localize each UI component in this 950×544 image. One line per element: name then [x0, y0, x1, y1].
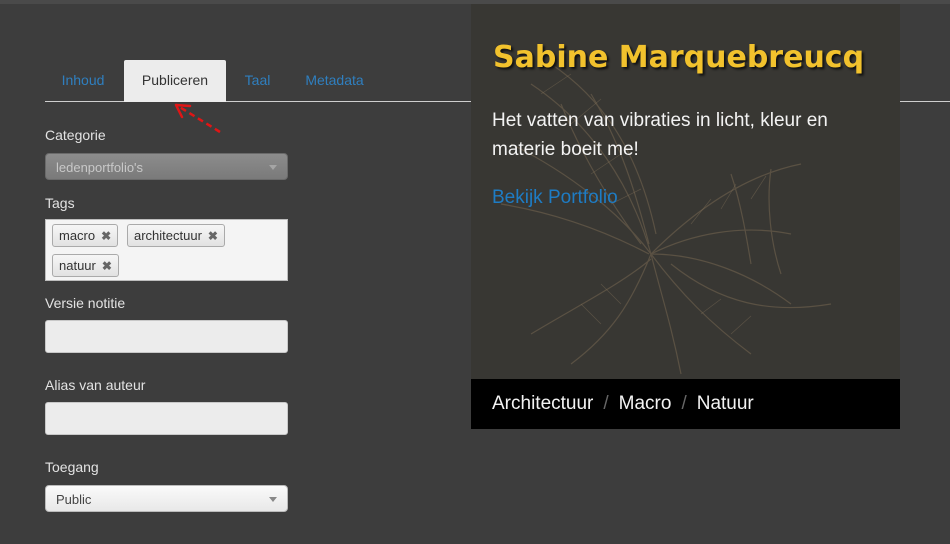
- close-icon[interactable]: ✖: [101, 229, 111, 243]
- breadcrumb-separator: /: [603, 393, 609, 414]
- tab-inhoud[interactable]: Inhoud: [45, 60, 121, 101]
- tab-taal[interactable]: Taal: [235, 60, 280, 101]
- portfolio-card: Sabine Marquebreucq Het vatten van vibra…: [471, 4, 900, 429]
- tab-divider-line: [900, 101, 950, 102]
- card-description: Het vatten van vibraties in licht, kleur…: [492, 110, 828, 160]
- author-alias-label: Alias van auteur: [45, 377, 146, 393]
- tag-chip: architectuur ✖: [127, 224, 225, 247]
- view-portfolio-link[interactable]: Bekijk Portfolio: [492, 187, 618, 209]
- version-note-label: Versie notitie: [45, 295, 126, 311]
- card-title: Sabine Marquebreucq: [493, 40, 865, 75]
- tag-label: architectuur: [134, 228, 202, 243]
- category-link-architectuur[interactable]: Architectuur: [492, 393, 593, 414]
- tag-chip: macro ✖: [52, 224, 119, 247]
- tags-label: Tags: [45, 195, 75, 211]
- tag-label: natuur: [59, 258, 96, 273]
- tab-publiceren[interactable]: Publiceren: [124, 60, 226, 102]
- tags-input[interactable]: macro ✖ architectuur ✖ natuur ✖: [45, 219, 288, 281]
- category-select[interactable]: ledenportfolio's: [45, 153, 288, 180]
- breadcrumb-separator: /: [681, 393, 687, 414]
- category-label: Categorie: [45, 127, 106, 143]
- version-note-field[interactable]: [45, 320, 288, 353]
- tag-label: macro: [59, 228, 96, 243]
- category-value: ledenportfolio's: [56, 160, 144, 175]
- caret-down-icon: [269, 497, 277, 502]
- red-dashed-arrow-icon: [174, 103, 221, 134]
- tag-chip: natuur ✖: [52, 254, 119, 277]
- card-category-breadcrumb: Architectuur / Macro / Natuur: [471, 379, 900, 429]
- category-link-macro[interactable]: Macro: [619, 393, 672, 414]
- caret-down-icon: [269, 165, 277, 170]
- category-link-natuur[interactable]: Natuur: [697, 393, 754, 414]
- access-value: Public: [56, 492, 92, 507]
- tab-bar: Inhoud Publiceren Taal Metadata: [45, 60, 475, 102]
- access-label: Toegang: [45, 459, 99, 475]
- close-icon[interactable]: ✖: [208, 229, 218, 243]
- tab-metadata[interactable]: Metadata: [297, 60, 372, 101]
- access-select[interactable]: Public: [45, 485, 288, 512]
- close-icon[interactable]: ✖: [102, 259, 112, 273]
- author-alias-field[interactable]: [45, 402, 288, 435]
